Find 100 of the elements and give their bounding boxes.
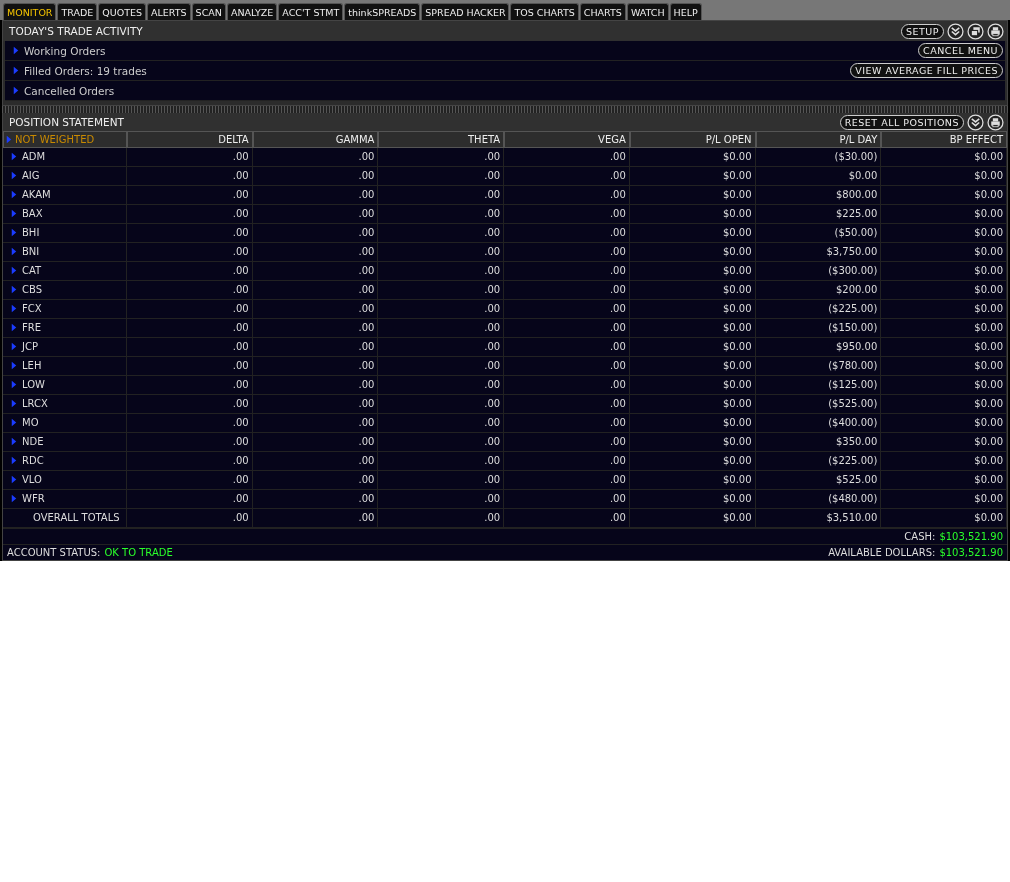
column-header[interactable]: P/L DAY	[755, 131, 882, 148]
table-cell: .00	[504, 414, 630, 432]
expand-arrow-icon[interactable]	[11, 190, 17, 199]
table-cell: .00	[252, 357, 379, 375]
column-header[interactable]: THETA	[378, 131, 505, 148]
expand-arrow-icon[interactable]	[11, 171, 17, 180]
table-cell: .00	[127, 490, 253, 508]
table-cell: ($780.00)	[755, 357, 882, 375]
table-cell: .00	[378, 243, 505, 261]
tab[interactable]: ACC'T STMT	[278, 3, 344, 20]
table-cell: $0.00	[629, 471, 756, 489]
tab[interactable]: WATCH	[626, 3, 669, 20]
position-symbol[interactable]: RDC	[11, 452, 44, 469]
expand-arrow-icon[interactable]	[11, 247, 17, 256]
tab[interactable]: MONITOR	[3, 3, 57, 20]
table-cell: .00	[252, 224, 379, 242]
expand-arrow-icon[interactable]	[11, 418, 17, 427]
expand-item[interactable]: Working Orders	[13, 44, 106, 57]
position-symbol[interactable]: FRE	[11, 319, 42, 336]
column-header[interactable]: P/L OPEN	[629, 131, 756, 148]
position-symbol[interactable]: LEH	[11, 357, 42, 374]
column-header[interactable]: VEGA	[504, 131, 630, 148]
table-cell: .00	[378, 300, 505, 318]
position-symbol[interactable]: BNI	[11, 243, 40, 260]
expand-arrow-icon[interactable]	[11, 304, 17, 313]
expand-arrow-icon[interactable]	[11, 209, 17, 218]
tab[interactable]: SPREAD HACKER	[421, 3, 510, 20]
expand-arrow-icon[interactable]	[11, 228, 17, 237]
table-cell: $0.00	[629, 319, 756, 337]
tab[interactable]: ALERTS	[147, 3, 191, 20]
table-cell: $0.00	[881, 243, 1007, 261]
position-symbol[interactable]: AIG	[11, 167, 40, 184]
column-header[interactable]: DELTA	[127, 131, 253, 148]
collapse-icon[interactable]	[947, 22, 964, 40]
expand-arrow-icon[interactable]	[11, 323, 17, 332]
table-cell: .00	[378, 186, 505, 204]
position-symbol[interactable]: LRCX	[11, 395, 48, 412]
action-button[interactable]: VIEW AVERAGE FILL PRICES	[850, 63, 1003, 78]
tab[interactable]: HELP	[669, 3, 702, 20]
expand-arrow-icon[interactable]	[11, 380, 17, 389]
expand-arrow-icon[interactable]	[11, 152, 17, 161]
print-icon[interactable]	[987, 22, 1004, 40]
print-icon[interactable]	[987, 113, 1004, 131]
tab[interactable]: TRADE	[57, 3, 98, 20]
position-symbol[interactable]: BHI	[11, 224, 40, 241]
tab[interactable]: thinkSPREADS	[344, 3, 421, 20]
expand-arrow-icon[interactable]	[11, 456, 17, 465]
table-cell: $0.00	[881, 224, 1007, 242]
position-symbol[interactable]: WFR	[11, 490, 45, 507]
table-cell: $3,750.00	[755, 243, 882, 261]
position-symbol[interactable]: NDE	[11, 433, 44, 450]
column-header[interactable]: NOT WEIGHTED	[3, 131, 127, 148]
table-cell: $0.00	[881, 281, 1007, 299]
tab[interactable]: QUOTES	[98, 3, 147, 20]
collapse-icon[interactable]	[967, 113, 984, 131]
expand-arrow-icon[interactable]	[11, 342, 17, 351]
windows-icon[interactable]	[967, 22, 984, 40]
tab[interactable]: SCAN	[191, 3, 226, 20]
position-symbol[interactable]: CBS	[11, 281, 42, 298]
table-cell: .00	[504, 452, 630, 470]
expand-arrow-icon[interactable]	[13, 66, 19, 75]
expand-arrow-icon[interactable]	[11, 361, 17, 370]
table-cell: ($525.00)	[755, 395, 882, 413]
expand-arrow-icon[interactable]	[13, 46, 19, 55]
expand-arrow-icon[interactable]	[11, 285, 17, 294]
position-symbol[interactable]: FCX	[11, 300, 42, 317]
tab[interactable]: TOS CHARTS	[510, 3, 579, 20]
position-symbol[interactable]: MO	[11, 414, 39, 431]
position-symbol[interactable]: VLO	[11, 471, 42, 488]
expand-arrow-icon[interactable]	[11, 399, 17, 408]
column-header[interactable]: GAMMA	[252, 131, 379, 148]
table-cell: .00	[504, 300, 630, 318]
table-cell: .00	[127, 224, 253, 242]
column-header[interactable]: BP EFFECT	[881, 131, 1007, 148]
table-cell: $0.00	[881, 262, 1007, 280]
expand-arrow-icon[interactable]	[11, 266, 17, 275]
position-symbol[interactable]: AKAM	[11, 186, 51, 203]
arrow-icon	[6, 135, 12, 144]
table-cell: $0.00	[881, 319, 1007, 337]
tab[interactable]: CHARTS	[579, 3, 626, 20]
reset-all-positions-button[interactable]: RESET ALL POSITIONS	[839, 114, 964, 130]
expand-arrow-icon[interactable]	[11, 494, 17, 503]
available-dollars-label: AVAILABLE DOLLARS:	[828, 547, 936, 558]
position-symbol[interactable]: BAX	[11, 205, 43, 222]
position-symbol[interactable]: ADM	[11, 148, 46, 165]
expand-item[interactable]: Cancelled Orders	[13, 84, 115, 97]
expand-item[interactable]: Filled Orders: 19 trades	[13, 64, 147, 77]
table-cell: .00	[252, 167, 379, 185]
action-button[interactable]: CANCEL MENU	[918, 43, 1003, 58]
tab[interactable]: ANALYZE	[226, 3, 278, 20]
table-cell: $0.00	[629, 205, 756, 223]
position-symbol[interactable]: JCP	[11, 338, 38, 355]
expand-arrow-icon[interactable]	[11, 437, 17, 446]
position-symbol[interactable]: LOW	[11, 376, 45, 393]
setup-button[interactable]: SETUP	[900, 23, 944, 39]
expand-arrow-icon[interactable]	[13, 86, 19, 95]
position-symbol[interactable]: CAT	[11, 262, 42, 279]
table-cell: .00	[252, 395, 379, 413]
table-cell: $0.00	[629, 186, 756, 204]
expand-arrow-icon[interactable]	[11, 475, 17, 484]
